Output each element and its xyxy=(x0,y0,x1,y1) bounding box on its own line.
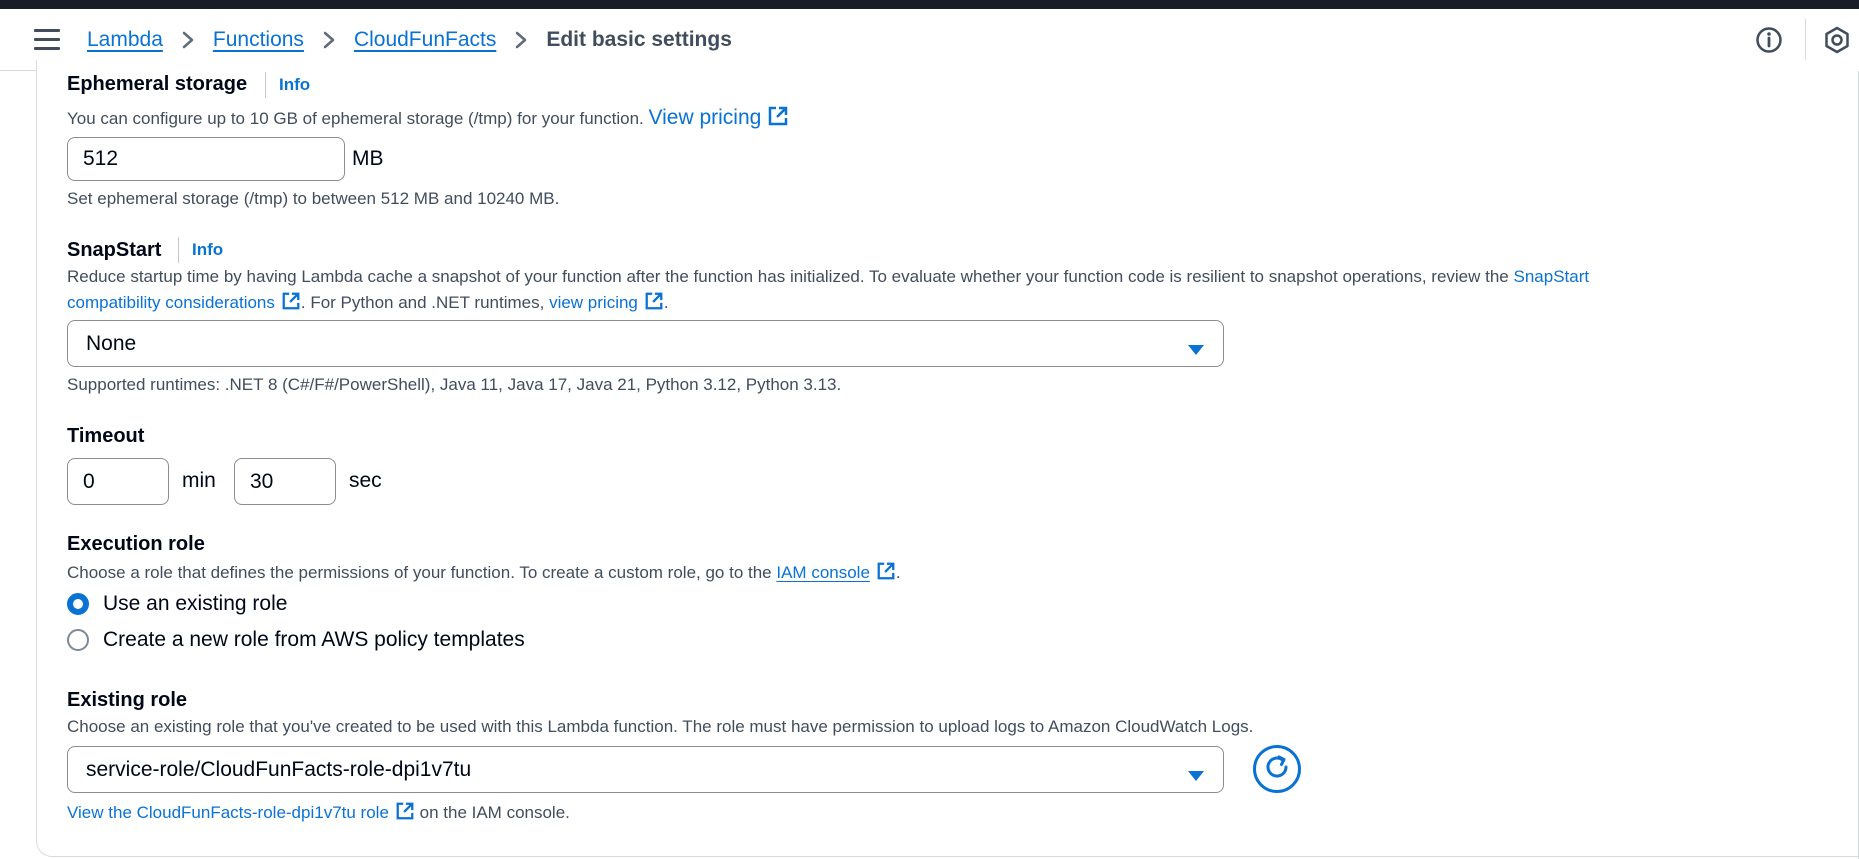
snapstart-description-end: . xyxy=(663,293,669,312)
existing-role-description: Choose an existing role that you've crea… xyxy=(67,717,1254,736)
ephemeral-description: You can configure up to 10 GB of ephemer… xyxy=(67,105,789,132)
external-link-icon xyxy=(876,561,896,586)
snapstart-label: SnapStart xyxy=(67,239,162,261)
radio-use-existing-role[interactable]: Use an existing role xyxy=(67,592,287,616)
snapstart-selected-value: None xyxy=(86,331,137,355)
refresh-roles-button[interactable] xyxy=(1253,745,1301,793)
timeout-label: Timeout xyxy=(67,425,145,447)
snapstart-info: Info xyxy=(178,237,223,263)
existing-role-selected-value: service-role/CloudFunFacts-role-dpi1v7tu xyxy=(86,757,472,781)
radio-create-new-role[interactable]: Create a new role from AWS policy templa… xyxy=(67,628,525,652)
ephemeral-unit: MB xyxy=(352,147,384,170)
breadcrumb: Lambda Functions CloudFunFacts Edit basi… xyxy=(87,24,732,56)
navbar-divider xyxy=(1805,19,1806,61)
refresh-icon xyxy=(1263,753,1291,786)
execution-role-description-end: . xyxy=(895,563,901,582)
chevron-right-icon xyxy=(515,31,527,49)
hamburger-menu-icon[interactable] xyxy=(34,29,60,51)
chevron-right-icon xyxy=(182,31,194,49)
external-link-icon xyxy=(281,291,301,316)
snapstart-description-line-2: compatibility considerations . For Python… xyxy=(67,291,669,316)
top-strip xyxy=(0,0,1859,9)
existing-role-label: Existing role xyxy=(67,689,188,711)
snapstart-description-text: Reduce startup time by having Lambda cac… xyxy=(67,267,1514,286)
snapstart-description-mid: . For Python and .NET runtimes, xyxy=(300,293,550,312)
timeout-seconds-input[interactable]: 30 xyxy=(234,458,336,505)
breadcrumb-current: Edit basic settings xyxy=(546,28,732,51)
external-link-icon xyxy=(644,291,664,316)
ephemeral-info-link[interactable]: Info xyxy=(279,75,310,95)
snapstart-link-part-1[interactable]: SnapStart xyxy=(1514,267,1590,286)
info-divider xyxy=(265,72,266,98)
info-circle-icon[interactable] xyxy=(1755,26,1783,54)
radio-button-unchecked[interactable] xyxy=(67,629,89,651)
snapstart-select[interactable]: None xyxy=(67,320,1224,367)
info-divider xyxy=(178,237,179,263)
breadcrumb-cloudfunfacts[interactable]: CloudFunFacts xyxy=(354,28,496,52)
ephemeral-info: Info xyxy=(265,72,310,98)
view-role-link[interactable]: View the CloudFunFacts-role-dpi1v7tu rol… xyxy=(67,803,389,822)
iam-console-link[interactable]: IAM console xyxy=(776,563,870,582)
ephemeral-description-text: You can configure up to 10 GB of ephemer… xyxy=(67,109,644,128)
snapstart-description: Reduce startup time by having Lambda cac… xyxy=(67,267,1589,287)
radio-create-new-role-label: Create a new role from AWS policy templa… xyxy=(103,628,525,651)
caret-down-icon xyxy=(1187,764,1205,788)
view-role-line: View the CloudFunFacts-role-dpi1v7tu rol… xyxy=(67,801,570,826)
timeout-min-unit: min xyxy=(182,469,216,492)
view-role-suffix: on the IAM console. xyxy=(414,803,570,822)
timeout-sec-unit: sec xyxy=(349,469,382,492)
ephemeral-view-pricing-link[interactable]: View pricing xyxy=(649,106,762,129)
snapstart-info-link[interactable]: Info xyxy=(192,240,223,260)
snapstart-view-pricing-link[interactable]: view pricing xyxy=(549,293,638,312)
caret-down-icon xyxy=(1187,338,1205,362)
breadcrumb-lambda[interactable]: Lambda xyxy=(87,28,163,52)
snapstart-supported-runtimes: Supported runtimes: .NET 8 (C#/F#/PowerS… xyxy=(67,375,842,394)
execution-role-description: Choose a role that defines the permissio… xyxy=(67,561,901,586)
snapstart-compatibility-link[interactable]: compatibility considerations xyxy=(67,293,275,312)
breadcrumb-functions[interactable]: Functions xyxy=(213,28,304,52)
external-link-icon xyxy=(395,801,415,826)
radio-use-existing-role-label: Use an existing role xyxy=(103,592,288,615)
ephemeral-storage-label: Ephemeral storage xyxy=(67,73,248,95)
chevron-right-icon xyxy=(323,31,335,49)
external-link-icon xyxy=(767,105,789,132)
radio-button-checked[interactable] xyxy=(67,593,89,615)
execution-role-description-text: Choose a role that defines the permissio… xyxy=(67,563,777,582)
ephemeral-constraint: Set ephemeral storage (/tmp) to between … xyxy=(67,189,560,208)
execution-role-label: Execution role xyxy=(67,533,205,555)
ephemeral-storage-input[interactable]: 512 xyxy=(67,137,345,181)
timeout-minutes-input[interactable]: 0 xyxy=(67,458,169,505)
hexagon-gear-icon[interactable] xyxy=(1823,26,1851,54)
existing-role-select[interactable]: service-role/CloudFunFacts-role-dpi1v7tu xyxy=(67,746,1224,793)
